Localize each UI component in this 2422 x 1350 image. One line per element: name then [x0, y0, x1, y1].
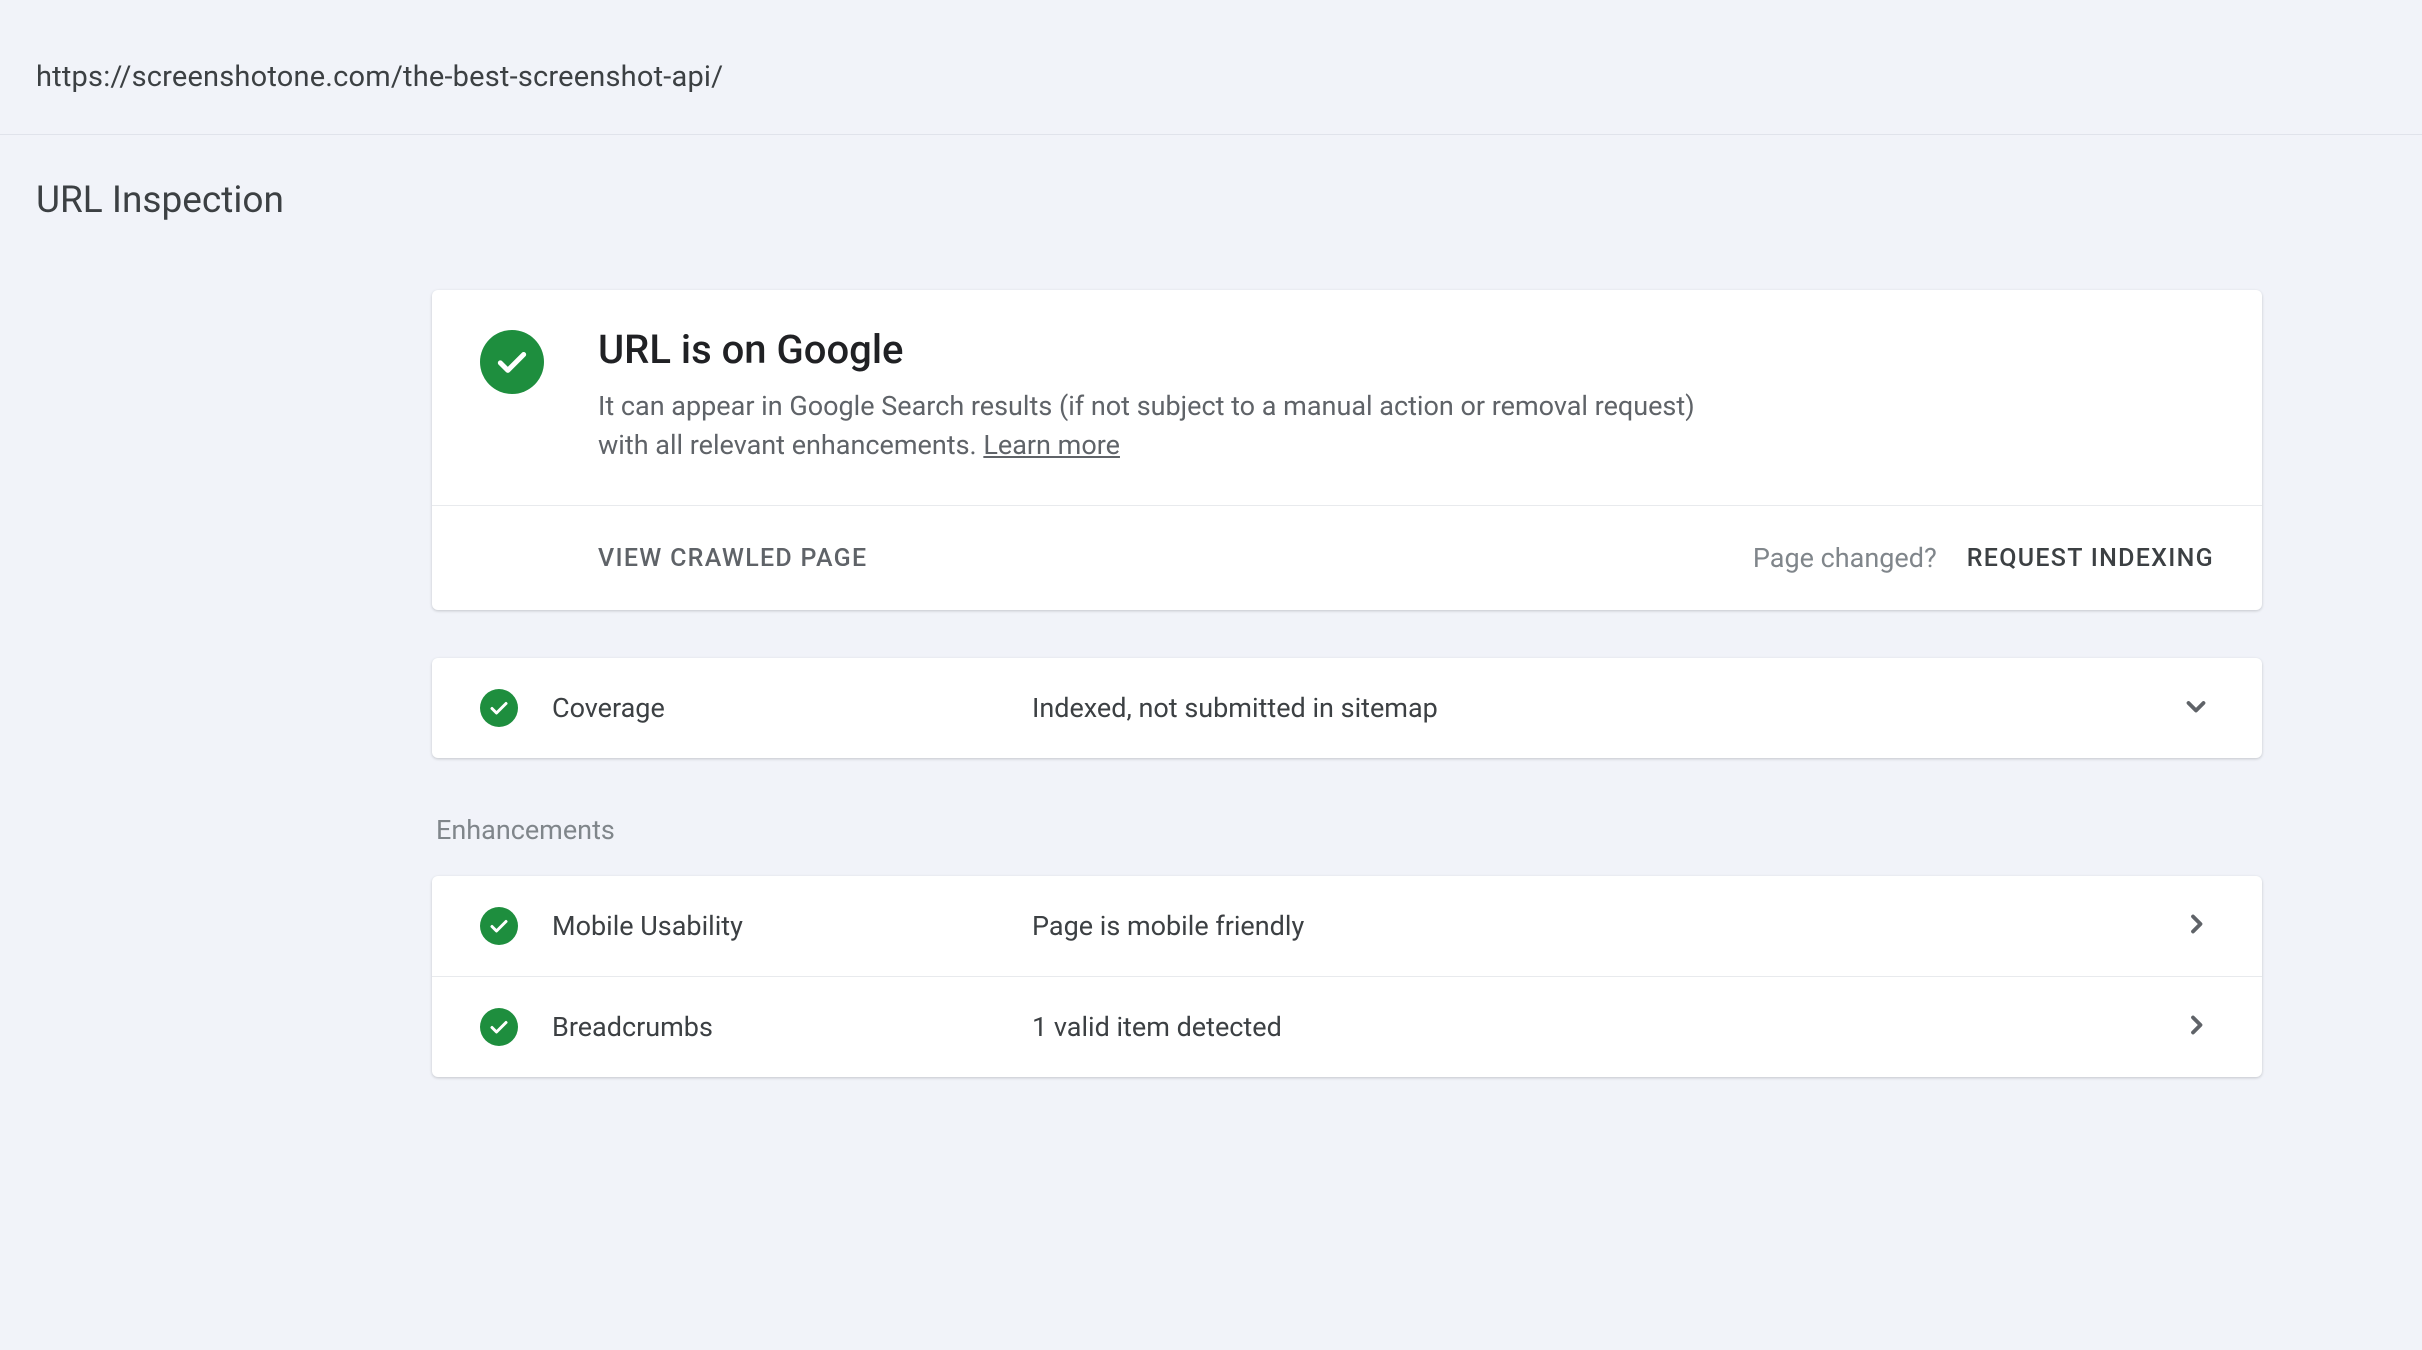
status-card: URL is on Google It can appear in Google… [432, 290, 2262, 610]
learn-more-link[interactable]: Learn more [983, 429, 1120, 461]
chevron-right-icon [2178, 906, 2214, 946]
status-text: URL is on Google It can appear in Google… [598, 326, 1698, 465]
coverage-value: Indexed, not submitted in sitemap [1032, 692, 2178, 724]
breadcrumbs-label: Breadcrumbs [552, 1011, 1032, 1043]
page-changed-label: Page changed? [1753, 542, 1937, 574]
coverage-label: Coverage [552, 692, 1032, 724]
inspected-url[interactable]: https://screenshotone.com/the-best-scree… [36, 60, 2386, 94]
status-card-main: URL is on Google It can appear in Google… [432, 290, 2262, 505]
status-description: It can appear in Google Search results (… [598, 387, 1698, 465]
mobile-usability-value: Page is mobile friendly [1032, 910, 2178, 942]
enhancements-heading: Enhancements [436, 814, 2262, 846]
check-icon [480, 907, 518, 945]
chevron-down-icon [2178, 688, 2214, 728]
view-crawled-page-button[interactable]: VIEW CRAWLED PAGE [598, 544, 867, 573]
check-icon [480, 330, 544, 394]
mobile-usability-row[interactable]: Mobile Usability Page is mobile friendly [432, 876, 2262, 976]
request-indexing-button[interactable]: REQUEST INDEXING [1967, 544, 2214, 573]
breadcrumbs-row[interactable]: Breadcrumbs 1 valid item detected [432, 976, 2262, 1077]
status-card-actions: VIEW CRAWLED PAGE Page changed? REQUEST … [432, 505, 2262, 610]
chevron-right-icon [2178, 1007, 2214, 1047]
breadcrumbs-value: 1 valid item detected [1032, 1011, 2178, 1043]
coverage-card: Coverage Indexed, not submitted in sitem… [432, 658, 2262, 758]
url-bar: https://screenshotone.com/the-best-scree… [0, 0, 2422, 135]
mobile-usability-label: Mobile Usability [552, 910, 1032, 942]
check-icon [480, 689, 518, 727]
status-title: URL is on Google [598, 326, 1698, 373]
coverage-row[interactable]: Coverage Indexed, not submitted in sitem… [432, 658, 2262, 758]
check-icon [480, 1008, 518, 1046]
enhancements-card: Mobile Usability Page is mobile friendly… [432, 876, 2262, 1077]
page-title: URL Inspection [0, 135, 2422, 222]
